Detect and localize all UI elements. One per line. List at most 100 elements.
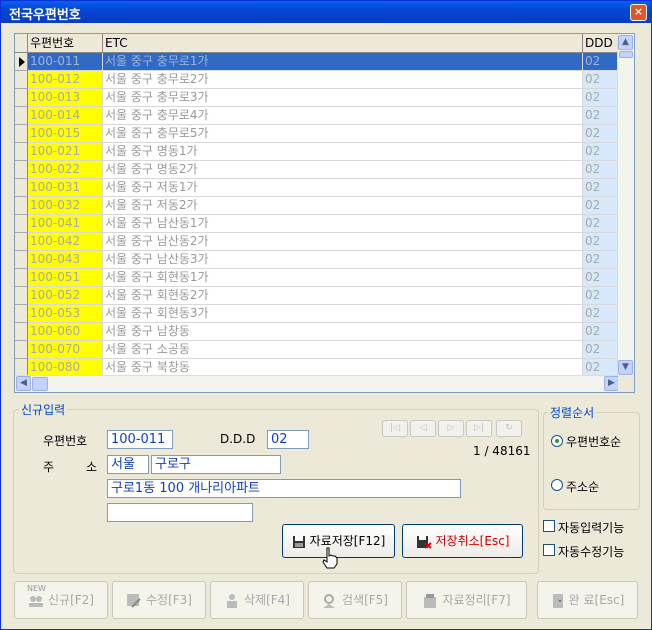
nav-prev-icon[interactable]: ◁ bbox=[410, 420, 436, 437]
cell-etc[interactable]: 서울 중구 충무로1가 bbox=[103, 53, 583, 71]
cell-ddd[interactable]: 02 bbox=[583, 179, 620, 197]
cell-ddd[interactable]: 02 bbox=[583, 89, 620, 107]
table-row[interactable]: 100-041 서울 중구 남산동1가 02 bbox=[15, 215, 620, 233]
cell-etc[interactable]: 서울 중구 남산동3가 bbox=[103, 251, 583, 269]
table-row[interactable]: 100-022 서울 중구 명동2가 02 bbox=[15, 161, 620, 179]
organize-data-button[interactable]: 자료정리[F7] bbox=[406, 581, 527, 619]
nav-next-icon[interactable]: ▷ bbox=[438, 420, 464, 437]
cell-zip[interactable]: 100-015 bbox=[28, 125, 103, 143]
column-header-ddd[interactable]: DDD bbox=[583, 34, 620, 52]
sort-by-address-radio[interactable] bbox=[551, 479, 563, 491]
ddd-input[interactable]: 02 bbox=[267, 430, 309, 449]
cell-etc[interactable]: 서울 중구 회현동2가 bbox=[103, 287, 583, 305]
cell-ddd[interactable]: 02 bbox=[583, 251, 620, 269]
cell-ddd[interactable]: 02 bbox=[583, 323, 620, 341]
cell-ddd[interactable]: 02 bbox=[583, 143, 620, 161]
table-row[interactable]: 100-021 서울 중구 명동1가 02 bbox=[15, 143, 620, 161]
table-row[interactable]: 100-013 서울 중구 충무로3가 02 bbox=[15, 89, 620, 107]
cell-zip[interactable]: 100-013 bbox=[28, 89, 103, 107]
delete-button[interactable]: 삭제[F4] bbox=[210, 581, 304, 619]
sort-by-address-label[interactable]: 주소순 bbox=[566, 478, 599, 495]
table-row[interactable]: 100-032 서울 중구 저동2가 02 bbox=[15, 197, 620, 215]
auto-edit-label[interactable]: 자동수정기능 bbox=[558, 543, 624, 560]
cell-zip[interactable]: 100-053 bbox=[28, 305, 103, 323]
table-row[interactable]: 100-060 서울 중구 남창동 02 bbox=[15, 323, 620, 341]
scroll-right-icon[interactable]: ▶ bbox=[604, 376, 619, 391]
cell-zip[interactable]: 100-032 bbox=[28, 197, 103, 215]
cell-etc[interactable]: 서울 중구 명동1가 bbox=[103, 143, 583, 161]
done-button[interactable]: 완 료[Esc] bbox=[537, 581, 638, 619]
cell-etc[interactable]: 서울 중구 저동2가 bbox=[103, 197, 583, 215]
cell-zip[interactable]: 100-021 bbox=[28, 143, 103, 161]
edit-button[interactable]: 수정[F3] bbox=[112, 581, 206, 619]
table-row[interactable]: 100-012 서울 중구 충무로2가 02 bbox=[15, 71, 620, 89]
cell-zip[interactable]: 100-012 bbox=[28, 71, 103, 89]
close-button[interactable]: × bbox=[630, 4, 647, 21]
search-button[interactable]: 검색[F5] bbox=[308, 581, 402, 619]
cell-etc[interactable]: 서울 중구 저동1가 bbox=[103, 179, 583, 197]
cell-zip[interactable]: 100-042 bbox=[28, 233, 103, 251]
cell-etc[interactable]: 서울 중구 소공동 bbox=[103, 341, 583, 359]
table-row[interactable]: 100-070 서울 중구 소공동 02 bbox=[15, 341, 620, 359]
cell-etc[interactable]: 서울 중구 충무로5가 bbox=[103, 125, 583, 143]
nav-last-icon[interactable]: ▷| bbox=[466, 420, 492, 437]
scroll-up-icon[interactable]: ▲ bbox=[618, 35, 633, 50]
cell-zip[interactable]: 100-022 bbox=[28, 161, 103, 179]
district-input[interactable]: 구로구 bbox=[151, 455, 281, 474]
table-row[interactable]: 100-042 서울 중구 남산동2가 02 bbox=[15, 233, 620, 251]
table-row[interactable]: 100-015 서울 중구 충무로5가 02 bbox=[15, 125, 620, 143]
zip-input[interactable]: 100-011 bbox=[107, 430, 173, 449]
cell-ddd[interactable]: 02 bbox=[583, 305, 620, 323]
cell-zip[interactable]: 100-052 bbox=[28, 287, 103, 305]
sort-by-zip-label[interactable]: 우편번호순 bbox=[566, 433, 621, 450]
vertical-scroll-thumb[interactable] bbox=[619, 51, 633, 58]
cell-etc[interactable]: 서울 중구 충무로2가 bbox=[103, 71, 583, 89]
cell-ddd[interactable]: 02 bbox=[583, 197, 620, 215]
cell-ddd[interactable]: 02 bbox=[583, 53, 620, 71]
cell-ddd[interactable]: 02 bbox=[583, 215, 620, 233]
cell-ddd[interactable]: 02 bbox=[583, 233, 620, 251]
cell-ddd[interactable]: 02 bbox=[583, 161, 620, 179]
scroll-left-icon[interactable]: ◀ bbox=[16, 376, 31, 391]
column-header-zip[interactable]: 우편번호 bbox=[28, 34, 103, 52]
table-row[interactable]: 100-051 서울 중구 회현동1가 02 bbox=[15, 269, 620, 287]
column-header-etc[interactable]: ETC bbox=[103, 34, 583, 52]
cell-etc[interactable]: 서울 중구 회현동1가 bbox=[103, 269, 583, 287]
cell-zip[interactable]: 100-011 bbox=[28, 53, 103, 71]
cancel-save-button[interactable]: 저장취소[Esc] bbox=[402, 524, 523, 558]
cell-etc[interactable]: 서울 중구 남산동1가 bbox=[103, 215, 583, 233]
table-row[interactable]: 100-014 서울 중구 충무로4가 02 bbox=[15, 107, 620, 125]
cell-zip[interactable]: 100-051 bbox=[28, 269, 103, 287]
address-extra-input[interactable] bbox=[107, 503, 253, 522]
cell-etc[interactable]: 서울 중구 명동2가 bbox=[103, 161, 583, 179]
cell-zip[interactable]: 100-070 bbox=[28, 341, 103, 359]
cell-etc[interactable]: 서울 중구 충무로4가 bbox=[103, 107, 583, 125]
table-row[interactable]: 100-043 서울 중구 남산동3가 02 bbox=[15, 251, 620, 269]
horizontal-scrollbar[interactable]: ◀ ▶ bbox=[15, 375, 620, 392]
table-row[interactable]: 100-011 서울 중구 충무로1가 02 bbox=[15, 53, 620, 71]
table-row[interactable]: 100-053 서울 중구 회현동3가 02 bbox=[15, 305, 620, 323]
cell-ddd[interactable]: 02 bbox=[583, 107, 620, 125]
table-row[interactable]: 100-031 서울 중구 저동1가 02 bbox=[15, 179, 620, 197]
cell-etc[interactable]: 서울 중구 회현동3가 bbox=[103, 305, 583, 323]
cell-zip[interactable]: 100-041 bbox=[28, 215, 103, 233]
address-line-input[interactable]: 구로1동 100 개나리아파트 bbox=[107, 479, 461, 498]
cell-ddd[interactable]: 02 bbox=[583, 287, 620, 305]
cell-zip[interactable]: 100-043 bbox=[28, 251, 103, 269]
sort-by-zip-radio[interactable] bbox=[551, 435, 563, 447]
cell-ddd[interactable]: 02 bbox=[583, 269, 620, 287]
nav-refresh-icon[interactable]: ↻ bbox=[496, 420, 522, 437]
scroll-down-icon[interactable]: ▼ bbox=[618, 360, 633, 375]
cell-ddd[interactable]: 02 bbox=[583, 125, 620, 143]
cell-zip[interactable]: 100-014 bbox=[28, 107, 103, 125]
cell-zip[interactable]: 100-060 bbox=[28, 323, 103, 341]
cell-ddd[interactable]: 02 bbox=[583, 71, 620, 89]
new-button[interactable]: NEW 신규[F2] bbox=[14, 581, 108, 619]
table-row[interactable]: 100-052 서울 중구 회현동2가 02 bbox=[15, 287, 620, 305]
zipcode-grid[interactable]: 우편번호 ETC DDD 100-011 서울 중구 충무로1가 02 100-012… bbox=[14, 33, 635, 393]
cell-ddd[interactable]: 02 bbox=[583, 341, 620, 359]
cell-etc[interactable]: 서울 중구 남창동 bbox=[103, 323, 583, 341]
vertical-scrollbar[interactable]: ▲ ▼ bbox=[617, 34, 634, 376]
city-input[interactable]: 서울 bbox=[107, 455, 149, 474]
auto-edit-checkbox[interactable] bbox=[543, 544, 555, 556]
